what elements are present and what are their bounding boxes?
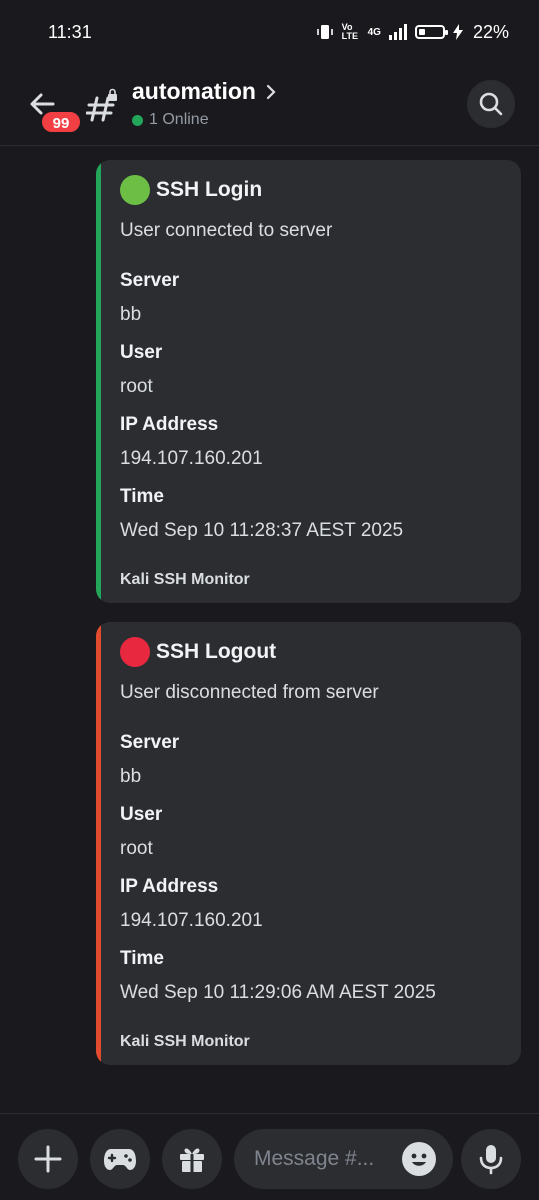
online-count: 1 Online [149,111,209,128]
field-name-time: Time [120,486,165,507]
online-status: 1 Online [132,111,209,129]
activities-button[interactable] [90,1129,150,1189]
embed-title: SSH Login [120,175,262,205]
embed-footer: Kali SSH Monitor [120,1033,250,1050]
gift-icon [180,1148,204,1172]
field-value-time: Wed Sep 10 11:28:37 AEST 2025 [120,520,404,541]
online-dot [132,114,143,126]
green-circle-icon [120,175,150,205]
embed-footer: Kali SSH Monitor [120,571,250,588]
field-name-ip: IP Address [120,876,219,897]
field-value-user: root [120,838,153,859]
unread-badge: 99 [40,110,82,134]
message-input-placeholder: Message #... [254,1147,375,1170]
field-value-server: bb [120,304,142,325]
embed-accent-bar [96,160,101,603]
embed-title-text: SSH Login [156,178,263,201]
vibrate-icon [316,25,333,39]
status-time: 11:31 [48,21,92,42]
embed-title-text: SSH Logout [156,640,277,663]
locked-hash-icon [86,88,117,122]
add-attachment-button[interactable] [18,1129,78,1189]
gift-button[interactable] [162,1129,222,1189]
field-name-ip: IP Address [120,414,219,435]
channel-name: automation [132,78,256,104]
search-icon [479,92,503,116]
embed-accent-bar [96,622,101,1065]
embed-description: User connected to server [120,220,333,241]
gamepad-icon [104,1149,136,1170]
channel-header: 99 automation 1 Online [0,64,539,146]
chevron-right-icon [266,84,276,99]
embed-ssh-login: SSH Login User connected to server Serve… [96,160,521,603]
battery-icon [414,25,448,39]
embed-title: SSH Logout [120,637,276,667]
battery-percent: 22% [472,21,509,42]
field-name-server: Server [120,270,180,291]
status-icons: Vo LTE 4G 22% [316,22,509,43]
channel-title[interactable]: automation [132,78,278,105]
message-composer: Message #... [0,1113,539,1200]
field-value-server: bb [120,766,142,787]
field-name-server: Server [120,732,180,753]
plus-icon [34,1145,62,1173]
embed-ssh-logout: SSH Logout User disconnected from server… [96,622,521,1065]
field-value-ip: 194.107.160.201 [120,910,263,931]
signal-icon [388,24,407,40]
field-value-ip: 194.107.160.201 [120,448,263,469]
embed-description: User disconnected from server [120,682,379,703]
field-name-user: User [120,804,163,825]
volte-indicator: Vo LTE [341,22,358,41]
charging-bolt-icon [452,24,463,40]
status-bar: 11:31 Vo LTE 4G 22% [0,0,539,64]
smiley-face-icon [411,1153,427,1166]
network-indicator: 4G [367,26,381,38]
message-input[interactable]: Message #... [234,1129,453,1189]
voice-message-button[interactable] [461,1129,521,1189]
microphone-icon [479,1145,503,1175]
field-name-user: User [120,342,163,363]
field-value-user: root [120,376,153,397]
field-value-time: Wed Sep 10 11:29:06 AM AEST 2025 [120,982,436,1003]
emoji-icon[interactable] [402,1142,436,1176]
search-button[interactable] [467,80,515,128]
field-name-time: Time [120,948,165,969]
red-circle-icon [120,637,150,667]
